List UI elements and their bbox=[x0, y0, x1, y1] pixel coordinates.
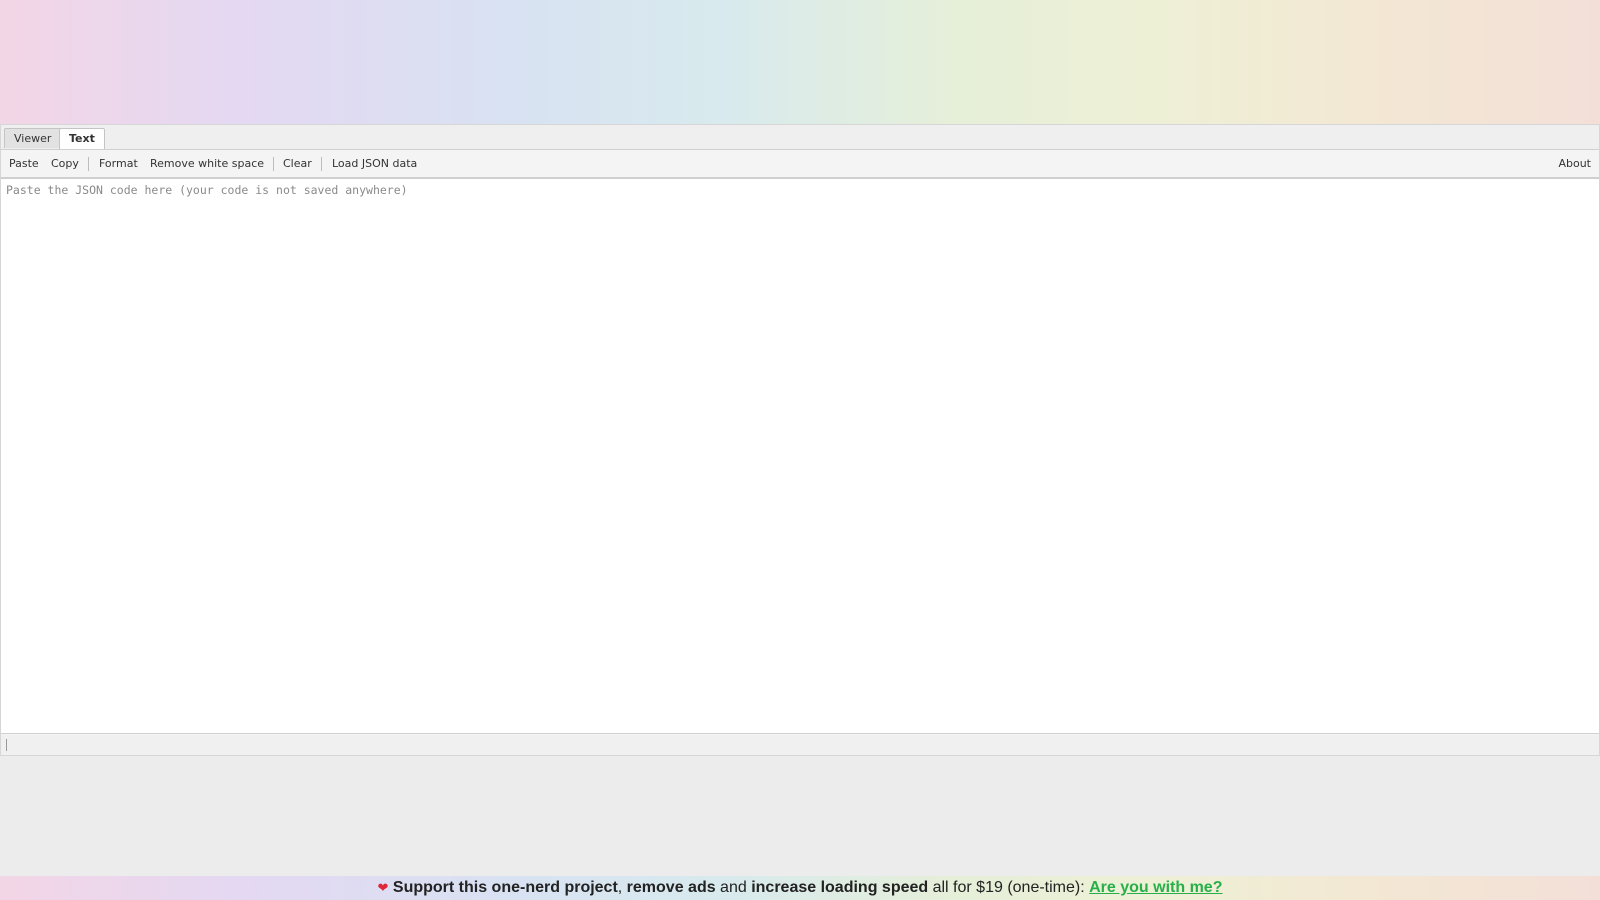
about-button[interactable]: About bbox=[1558, 150, 1591, 177]
format-button[interactable]: Format bbox=[99, 150, 138, 177]
support-link[interactable]: Are you with me? bbox=[1089, 879, 1222, 896]
tab-bar: Viewer Text bbox=[1, 125, 1599, 150]
copy-button[interactable]: Copy bbox=[51, 150, 79, 177]
clear-button[interactable]: Clear bbox=[283, 150, 312, 177]
support-text-project: Support this one-nerd project bbox=[392, 879, 618, 896]
remove-white-space-button[interactable]: Remove white space bbox=[150, 150, 264, 177]
json-editor bbox=[1, 178, 1599, 734]
support-banner: ❤ Support this one-nerd project, remove … bbox=[0, 876, 1600, 900]
json-viewer-app: Viewer Text Paste Copy Format Remove whi… bbox=[0, 124, 1600, 756]
toolbar-separator bbox=[273, 157, 274, 171]
json-text-input[interactable] bbox=[1, 179, 1599, 733]
tab-text[interactable]: Text bbox=[59, 128, 105, 149]
toolbar: Paste Copy Format Remove white space Cle… bbox=[1, 150, 1599, 178]
paste-button[interactable]: Paste bbox=[9, 150, 39, 177]
heart-icon: ❤ bbox=[377, 880, 389, 895]
support-text-comma: , bbox=[617, 879, 627, 896]
status-bar bbox=[1, 735, 1599, 755]
toolbar-separator bbox=[88, 157, 89, 171]
tab-viewer[interactable]: Viewer bbox=[4, 128, 62, 148]
load-json-data-button[interactable]: Load JSON data bbox=[332, 150, 417, 177]
status-divider bbox=[6, 739, 7, 751]
toolbar-separator bbox=[321, 157, 322, 171]
support-text-price: all for $19 (one-time): bbox=[928, 879, 1090, 896]
support-text-speed: increase loading speed bbox=[751, 879, 929, 896]
top-gradient-banner bbox=[0, 0, 1600, 124]
support-text-and: and bbox=[715, 879, 752, 896]
support-text-remove-ads: remove ads bbox=[626, 879, 716, 896]
